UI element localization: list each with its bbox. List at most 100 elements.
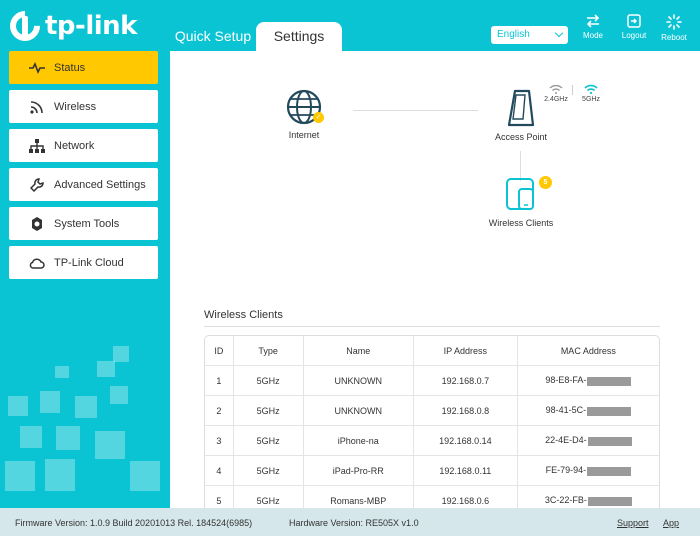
band-5ghz[interactable]: 5GHz [578, 84, 604, 103]
sidebar-item-label: TP-Link Cloud [54, 256, 124, 269]
cell-name: Romans-MBP [304, 486, 415, 508]
reboot-icon [666, 14, 682, 30]
column-header-mac: MAC Address [517, 336, 659, 366]
table-row: 3 5GHz iPhone-na 192.168.0.14 22-4E-D4- [205, 426, 659, 456]
sidebar-item-label: Network [54, 139, 95, 152]
sidebar-item-network[interactable]: Network [9, 129, 158, 162]
wireless-clients-icon [506, 178, 534, 210]
cell-name: UNKNOWN [303, 396, 415, 426]
cell-type: 5GHz [233, 396, 304, 426]
mac-redaction [587, 496, 632, 506]
mac-prefix: 98-41-5C- [545, 405, 587, 416]
mac-redaction [587, 406, 632, 416]
reboot-button[interactable]: Reboot [654, 14, 694, 42]
section-title: Wireless Clients [204, 309, 283, 321]
language-select-value: English [497, 29, 530, 40]
table-row: 2 5GHz UNKNOWN 192.168.0.8 98-41-5C- [205, 396, 659, 426]
footer-bar: Firmware Version: 1.0.9 Build 20201013 R… [0, 508, 700, 536]
band-label: 2.4GHz [544, 96, 568, 103]
sidebar-item-advanced-settings[interactable]: Advanced Settings [9, 168, 158, 201]
mac-redaction [587, 436, 632, 446]
mac-prefix: 3C-22-FB- [544, 495, 587, 506]
mode-switch-icon [586, 14, 600, 28]
tab-settings[interactable]: Settings [256, 22, 342, 51]
band-2-4ghz[interactable]: 2.4GHz [543, 84, 569, 103]
mac-prefix: 22-4E-D4- [545, 435, 587, 446]
language-select[interactable]: English [491, 26, 568, 44]
cell-mac: 3C-22-FB- [518, 486, 659, 508]
cell-ip: 192.168.0.7 [414, 366, 518, 396]
logout-icon [627, 14, 641, 28]
cell-id: 1 [205, 366, 234, 396]
sidebar-item-label: System Tools [54, 217, 120, 230]
cell-id: 3 [205, 426, 234, 456]
mac-prefix: FE-79-94- [545, 465, 587, 476]
cell-type: 5GHz [233, 366, 304, 396]
header-bar: tp-link Quick Setup Settings English Mod… [0, 0, 700, 51]
connected-check-icon: ✓ [313, 112, 324, 123]
wifi-icon [29, 99, 45, 115]
cell-type: 5GHz [233, 456, 304, 486]
cell-name: iPhone-na [303, 426, 415, 456]
section-divider [204, 326, 660, 327]
cell-type: 5GHz [233, 426, 304, 456]
internet-label: Internet [288, 130, 320, 140]
cell-id: 4 [205, 456, 234, 486]
table-header-row: ID Type Name IP Address MAC Address [205, 336, 659, 366]
sidebar-item-status[interactable]: Status [9, 51, 158, 84]
cell-id: 2 [205, 396, 234, 426]
mode-label: Mode [582, 31, 603, 40]
tp-link-logo[interactable]: tp-link [3, 4, 137, 48]
topology-wireless-clients[interactable]: 5 Wireless Clients [483, 175, 559, 228]
tp-link-logo-icon [3, 4, 47, 48]
table-row: 4 5GHz iPad-Pro-RR 192.168.0.11 FE-79-94… [205, 456, 659, 486]
sidebar-item-system-tools[interactable]: System Tools [9, 207, 158, 240]
cell-mac: 22-4E-D4- [517, 426, 659, 456]
wireless-clients-table: ID Type Name IP Address MAC Address 1 5G… [204, 335, 660, 508]
clients-count-badge: 5 [539, 176, 552, 189]
mac-prefix: 98-E8-FA- [545, 375, 587, 386]
support-link[interactable]: Support [617, 518, 649, 528]
mac-redaction [587, 466, 632, 476]
band-label: 5GHz [582, 96, 600, 103]
cloud-icon [29, 255, 45, 271]
app-link[interactable]: App [663, 518, 679, 528]
cell-id: 5 [205, 486, 234, 508]
mac-redaction [587, 376, 632, 386]
wifi-icon [549, 84, 563, 94]
cell-ip: 192.168.0.8 [414, 396, 518, 426]
cell-name: iPad-Pro-RR [303, 456, 415, 486]
band-separator [572, 85, 573, 95]
chevron-down-icon [554, 28, 564, 38]
firmware-version: Firmware Version: 1.0.9 Build 20201013 R… [15, 518, 253, 528]
wifi-icon [584, 84, 598, 94]
cell-type: 5GHz [234, 486, 304, 508]
sidebar-item-wireless[interactable]: Wireless [9, 90, 158, 123]
topology-internet[interactable]: ✓ Internet [278, 89, 330, 140]
column-header-id: ID [205, 336, 234, 366]
column-header-ip: IP Address [414, 336, 518, 366]
pulse-icon [29, 60, 45, 76]
sidebar-item-tp-link-cloud[interactable]: TP-Link Cloud [9, 246, 158, 279]
cell-ip: 192.168.0.6 [414, 486, 518, 508]
wrench-icon [29, 177, 45, 193]
hardware-version: Hardware Version: RE505X v1.0 [289, 518, 419, 528]
column-header-name: Name [303, 336, 415, 366]
cell-mac: 98-41-5C- [517, 396, 659, 426]
cell-mac: 98-E8-FA- [517, 366, 659, 396]
wireless-clients-label: Wireless Clients [488, 218, 554, 228]
sidebar-item-label: Wireless [54, 100, 97, 113]
topology-link-internet-ap [353, 110, 478, 111]
table-row: 5 5GHz Romans-MBP 192.168.0.6 3C-22-FB- [205, 486, 659, 508]
column-header-type: Type [233, 336, 304, 366]
mode-button[interactable]: Mode [573, 14, 613, 40]
logout-button[interactable]: Logout [614, 14, 654, 40]
network-icon [29, 138, 45, 154]
access-point-label: Access Point [494, 132, 548, 142]
cell-ip: 192.168.0.14 [414, 426, 518, 456]
table-row: 1 5GHz UNKNOWN 192.168.0.7 98-E8-FA- [205, 366, 659, 396]
sidebar: Status Wireless Network Advanced Setting… [0, 51, 170, 508]
logout-label: Logout [621, 31, 647, 40]
tab-quick-setup[interactable]: Quick Setup [170, 22, 256, 51]
sidebar-item-label: Advanced Settings [54, 178, 146, 191]
